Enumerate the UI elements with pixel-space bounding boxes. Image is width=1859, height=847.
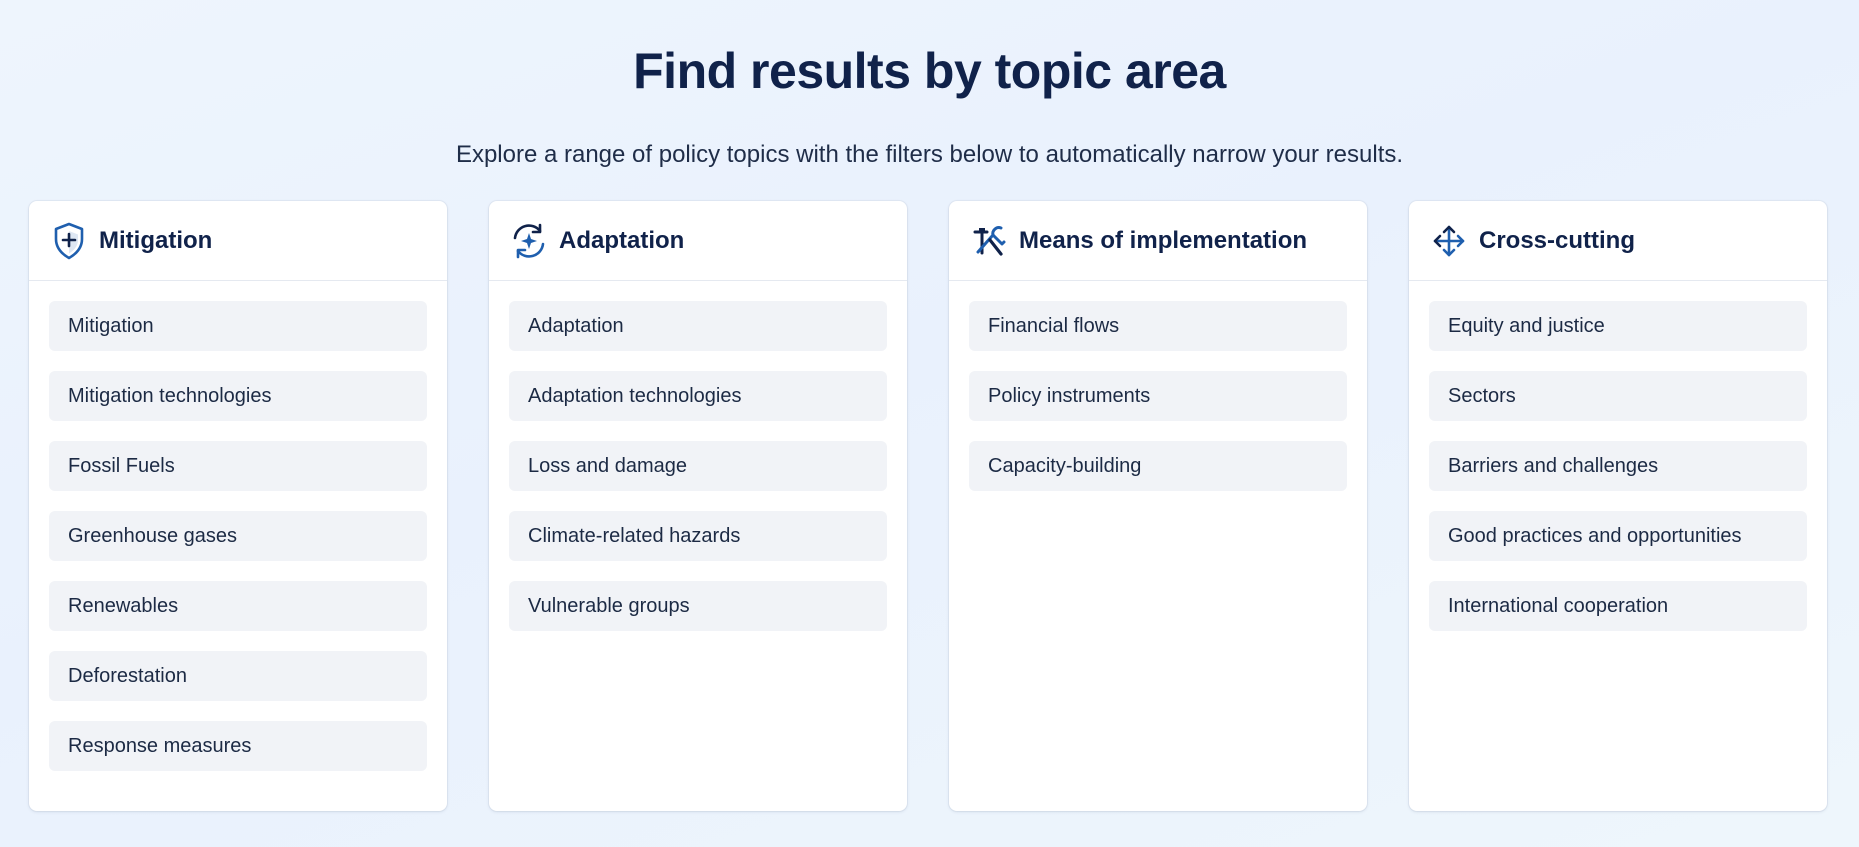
topic-card-cross-cutting: Cross-cutting Equity and justice Sectors… <box>1409 201 1827 811</box>
page-title: Find results by topic area <box>633 43 1226 99</box>
card-header: Cross-cutting <box>1409 201 1827 281</box>
topic-item-greenhouse-gases[interactable]: Greenhouse gases <box>49 511 427 561</box>
shield-plus-icon <box>49 221 89 261</box>
topic-item-good-practices-and-opportunities[interactable]: Good practices and opportunities <box>1429 511 1807 561</box>
arrows-expand-icon <box>1429 221 1469 261</box>
card-header: Mitigation <box>29 201 447 281</box>
topic-card-means-of-implementation: Means of implementation Financial flows … <box>949 201 1367 811</box>
card-header: Means of implementation <box>949 201 1367 281</box>
topic-item-capacity-building[interactable]: Capacity-building <box>969 441 1347 491</box>
tools-icon <box>969 221 1009 261</box>
topic-list: Adaptation Adaptation technologies Loss … <box>489 281 907 631</box>
topic-item-climate-related-hazards[interactable]: Climate-related hazards <box>509 511 887 561</box>
topic-item-mitigation-technologies[interactable]: Mitigation technologies <box>49 371 427 421</box>
page-subtitle: Explore a range of policy topics with th… <box>455 141 1404 168</box>
topic-item-fossil-fuels[interactable]: Fossil Fuels <box>49 441 427 491</box>
card-title: Cross-cutting <box>1479 226 1635 254</box>
topic-item-response-measures[interactable]: Response measures <box>49 721 427 771</box>
card-title: Adaptation <box>559 226 685 254</box>
topic-item-adaptation[interactable]: Adaptation <box>509 301 887 351</box>
topic-item-deforestation[interactable]: Deforestation <box>49 651 427 701</box>
card-title: Mitigation <box>99 226 213 254</box>
topic-item-policy-instruments[interactable]: Policy instruments <box>969 371 1347 421</box>
topic-item-vulnerable-groups[interactable]: Vulnerable groups <box>509 581 887 631</box>
topic-list: Financial flows Policy instruments Capac… <box>949 281 1367 491</box>
topic-cards: Mitigation Mitigation Mitigation technol… <box>29 201 1827 811</box>
topic-item-loss-and-damage[interactable]: Loss and damage <box>509 441 887 491</box>
topic-item-international-cooperation[interactable]: International cooperation <box>1429 581 1807 631</box>
topic-list: Mitigation Mitigation technologies Fossi… <box>29 281 447 771</box>
topic-list: Equity and justice Sectors Barriers and … <box>1409 281 1827 631</box>
card-header: Adaptation <box>489 201 907 281</box>
cycle-sparkle-icon <box>509 221 549 261</box>
topic-item-financial-flows[interactable]: Financial flows <box>969 301 1347 351</box>
topic-card-adaptation: Adaptation Adaptation Adaptation technol… <box>489 201 907 811</box>
topic-item-renewables[interactable]: Renewables <box>49 581 427 631</box>
topic-item-equity-and-justice[interactable]: Equity and justice <box>1429 301 1807 351</box>
topic-item-barriers-and-challenges[interactable]: Barriers and challenges <box>1429 441 1807 491</box>
topic-item-adaptation-technologies[interactable]: Adaptation technologies <box>509 371 887 421</box>
topic-item-mitigation[interactable]: Mitigation <box>49 301 427 351</box>
topic-card-mitigation: Mitigation Mitigation Mitigation technol… <box>29 201 447 811</box>
topic-item-sectors[interactable]: Sectors <box>1429 371 1807 421</box>
card-title: Means of implementation <box>1019 226 1308 254</box>
